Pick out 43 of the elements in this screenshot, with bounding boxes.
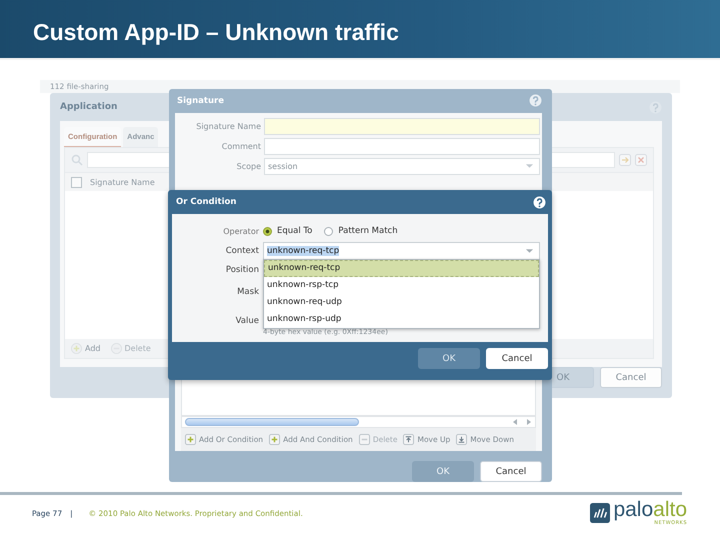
dialog-title: Or Condition: [176, 197, 236, 207]
cancel-button[interactable]: Cancel: [480, 461, 542, 482]
logo-icon: [590, 503, 610, 523]
radio-option[interactable]: Equal To: [263, 226, 312, 236]
plus-icon: [71, 343, 82, 354]
field-label: Position: [224, 265, 259, 275]
arrow-icon[interactable]: [619, 154, 631, 166]
move-down-icon: [456, 434, 468, 445]
plus-icon: [269, 434, 280, 445]
dialog-title: Signature: [177, 96, 224, 106]
column-header: Signature Name: [90, 178, 155, 186]
search-icon: [71, 154, 83, 166]
checkbox[interactable]: [71, 176, 82, 188]
cancel-button[interactable]: Cancel: [486, 348, 548, 369]
plus-icon: [185, 434, 196, 445]
dropdown-option[interactable]: unknown-rsp-tcp: [264, 277, 539, 294]
scroll-bar[interactable]: [181, 416, 536, 428]
slide-title: Custom App-ID – Unknown traffic: [33, 18, 399, 46]
minus-icon: [358, 434, 370, 445]
context-dropdown[interactable]: unknown-req-tcp: [263, 242, 540, 260]
close-icon[interactable]: [635, 154, 647, 166]
field-label: Signature Name: [195, 122, 261, 131]
field-label: Value: [234, 316, 259, 326]
radio-option[interactable]: Pattern Match: [324, 226, 398, 236]
cancel-button[interactable]: Cancel: [600, 367, 662, 388]
field-label: Comment: [220, 142, 261, 151]
help-icon[interactable]: [533, 196, 546, 208]
caret-icon: [525, 248, 534, 254]
dropdown-option[interactable]: unknown-rsp-udp: [264, 311, 539, 328]
field-label: Operator: [222, 226, 259, 236]
move-up-icon: [403, 434, 414, 445]
field-label: Scope: [236, 162, 261, 171]
input-field[interactable]: [264, 138, 540, 155]
caret-icon: [525, 163, 534, 170]
add-button[interactable]: Add: [71, 343, 100, 354]
dropdown-option[interactable]: unknown-req-udp: [264, 294, 539, 311]
dropdown-option[interactable]: unknown-req-tcp: [264, 260, 539, 277]
window-title: Application: [60, 102, 118, 112]
scope-dropdown[interactable]: session: [264, 158, 540, 175]
field-label: Context: [224, 246, 259, 256]
input-field[interactable]: [264, 118, 540, 135]
field-label: Mask: [236, 287, 259, 297]
logo-text: paloalto: [613, 500, 687, 520]
